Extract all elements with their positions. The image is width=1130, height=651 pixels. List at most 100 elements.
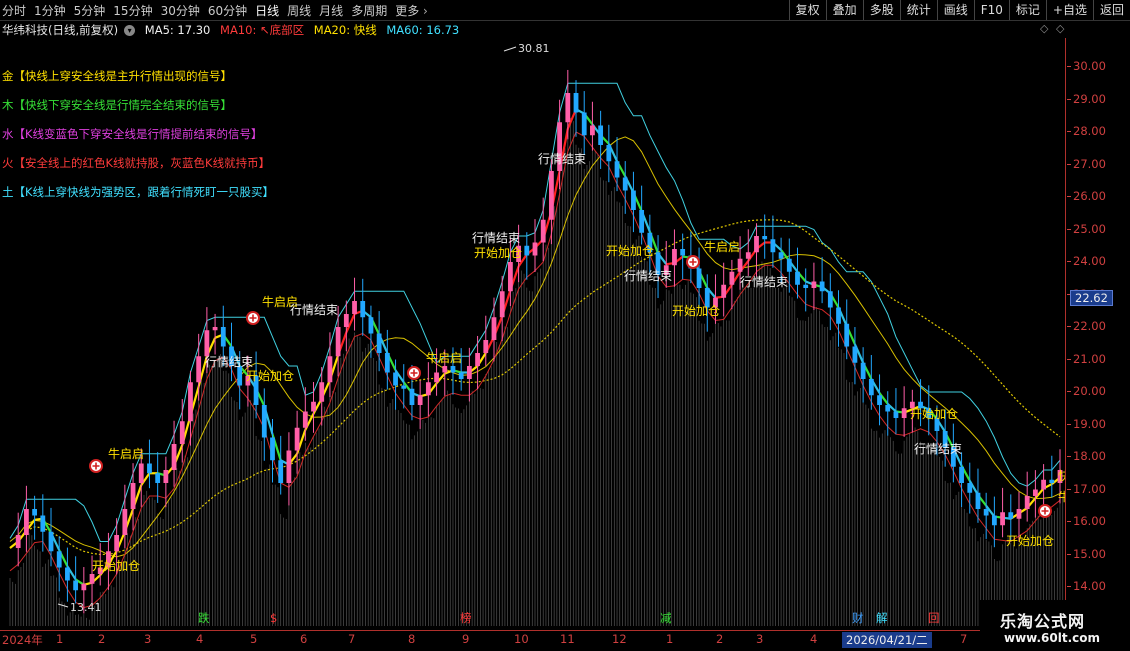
y-tick: 16.00	[1067, 514, 1106, 528]
candle-body	[1000, 512, 1005, 526]
diamond-icon[interactable]: ◇	[1040, 22, 1048, 35]
candle-body	[458, 372, 464, 379]
candle-body	[278, 460, 284, 483]
tab-60min[interactable]: 60分钟	[208, 2, 247, 19]
candle-body	[877, 395, 882, 405]
signal-label: 行情结束	[538, 152, 586, 166]
candle-body	[138, 463, 144, 483]
candle-body	[983, 509, 989, 516]
overlay-button[interactable]: 叠加	[825, 0, 863, 20]
y-tick: 17.00	[1067, 481, 1106, 496]
back-button[interactable]: 返回	[1092, 0, 1130, 20]
candle-body	[590, 125, 595, 136]
event-tag: 跌	[198, 611, 210, 625]
period-tabs: 分时 1分钟 5分钟 15分钟 30分钟 60分钟 日线 周线 月线 多周期 更…	[2, 2, 428, 19]
x-tick: 2024年	[2, 633, 43, 647]
tab-fenshi[interactable]: 分时	[2, 2, 26, 19]
candle-body	[450, 366, 456, 373]
candle-body	[32, 509, 38, 516]
candle-body	[220, 327, 226, 347]
min-label: 13.41	[70, 601, 102, 614]
candle-body	[967, 483, 973, 493]
candle-body	[302, 411, 308, 428]
legend-gold: 金【快线上穿安全线是主升行情出现的信号】	[2, 69, 232, 83]
chevron-down-icon[interactable]: ▾	[124, 25, 136, 36]
candle-body	[860, 362, 866, 379]
event-tag: $	[270, 611, 277, 625]
legend-wood: 木【快线下穿安全线是行情完全结束的信号】	[2, 98, 232, 112]
event-tag: 减	[660, 611, 672, 625]
candle-body	[614, 161, 620, 178]
candle-body	[573, 93, 579, 113]
candle-body	[409, 388, 415, 405]
candle-body	[286, 450, 292, 483]
event-tag: 榜	[460, 611, 472, 625]
y-tick: 24.00	[1067, 254, 1106, 268]
candle-body	[343, 314, 349, 327]
stats-button[interactable]: 统计	[899, 0, 937, 20]
draw-line-button[interactable]: 画线	[936, 0, 974, 20]
fuquan-button[interactable]: 复权	[788, 0, 826, 20]
mark-button[interactable]: 标记	[1008, 0, 1046, 20]
tab-daily[interactable]: 日线	[255, 2, 279, 19]
ma10-value: MA10: ↖底部区	[220, 23, 305, 37]
y-tick: 26.00	[1067, 189, 1106, 203]
tab-multi-period[interactable]: 多周期	[351, 2, 387, 19]
candle-body	[975, 492, 981, 509]
candle-body	[762, 236, 768, 240]
candle-body	[171, 444, 177, 470]
candle-body	[270, 437, 275, 461]
candle-body	[360, 301, 366, 318]
period-toolbar: 分时 1分钟 5分钟 15分钟 30分钟 60分钟 日线 周线 月线 多周期 更…	[0, 0, 1130, 21]
signal-label: 牛启启	[108, 446, 144, 461]
tab-weekly[interactable]: 周线	[287, 2, 311, 19]
candle-body	[442, 366, 448, 373]
x-tick: 3	[756, 632, 764, 646]
legend-water: 水【K线变蓝色下穿安全线是行情提前结束的信号】	[2, 127, 263, 141]
max-label: 30.81	[518, 42, 550, 55]
signal-label: 开始加仓	[474, 246, 522, 260]
candle-body	[524, 245, 530, 256]
candle-body	[639, 210, 645, 233]
candle-body	[811, 281, 817, 288]
candle-body	[327, 356, 333, 383]
candle-body	[147, 463, 152, 474]
signal-label: 开始加仓	[246, 369, 294, 383]
candle-body	[81, 583, 87, 591]
tab-30min[interactable]: 30分钟	[161, 2, 200, 19]
candle-body	[311, 401, 316, 412]
candle-body	[393, 372, 398, 386]
tab-monthly[interactable]: 月线	[319, 2, 343, 19]
candle-body	[786, 258, 792, 272]
candle-body	[401, 385, 407, 389]
candle-body	[754, 236, 759, 253]
watermark-url: www.60lt.com	[1004, 631, 1101, 645]
stock-title[interactable]: 华纬科技(日线,前复权)	[2, 23, 118, 37]
candle-body	[73, 580, 79, 591]
candle-body	[188, 382, 193, 422]
candle-body	[196, 356, 202, 383]
y-tick: 21.00	[1067, 351, 1106, 366]
x-tick: 10	[514, 632, 529, 646]
y-tick: 27.00	[1067, 156, 1106, 171]
x-tick: 5	[250, 632, 258, 646]
candle-body	[425, 382, 431, 396]
tab-more[interactable]: 更多 ›	[395, 2, 428, 19]
tab-15min[interactable]: 15分钟	[113, 2, 152, 19]
indicator-bar: 华纬科技(日线,前复权) ▾ MA5: 17.30 MA10: ↖底部区 MA20…	[2, 22, 465, 38]
y-tick: 14.00	[1067, 579, 1106, 593]
add-watchlist-button[interactable]: +自选	[1045, 0, 1093, 20]
candle-body	[261, 405, 267, 438]
f10-button[interactable]: F10	[973, 0, 1009, 20]
candle-body	[294, 427, 300, 451]
tab-5min[interactable]: 5分钟	[74, 2, 106, 19]
multi-stock-button[interactable]: 多股	[862, 0, 900, 20]
candle-body	[89, 574, 95, 584]
watermark-title: 乐淘公式网	[1000, 612, 1086, 631]
tab-1min[interactable]: 1分钟	[34, 2, 66, 19]
candle-body	[680, 249, 686, 256]
diamond-icon[interactable]: ◇	[1056, 22, 1064, 35]
candle-body	[696, 268, 702, 288]
x-tick: 12	[612, 632, 627, 646]
candle-body	[48, 531, 54, 552]
